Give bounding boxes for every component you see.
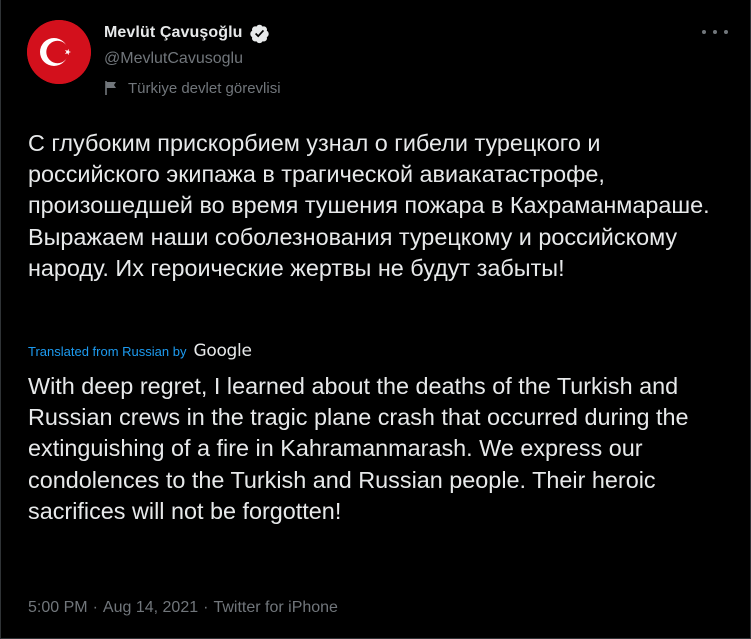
more-dot: [724, 30, 728, 34]
avatar[interactable]: [27, 20, 91, 84]
flag-icon: [104, 80, 119, 96]
separator: ·: [203, 599, 209, 616]
translated-from-label[interactable]: Translated from Russian by: [28, 344, 186, 359]
separator: ·: [92, 599, 98, 616]
tweet-date[interactable]: Aug 14, 2021: [103, 599, 198, 617]
verified-badge-icon: [249, 23, 270, 44]
author-display-name[interactable]: Mevlüt Çavuşoğlu: [104, 24, 243, 42]
google-logo: Google: [193, 341, 252, 361]
tweet-time[interactable]: 5:00 PM: [28, 599, 88, 617]
tweet-metadata: 5:00 PM · Aug 14, 2021 · Twitter for iPh…: [28, 599, 338, 617]
turkish-flag-icon: [27, 20, 91, 84]
tweet-translated-text: With deep regret, I learned about the de…: [28, 373, 695, 524]
author-name-row[interactable]: Mevlüt Çavuşoğlu: [104, 21, 270, 45]
government-label[interactable]: Türkiye devlet görevlisi: [104, 78, 281, 98]
tweet-original-text: С глубоким прискорбием узнал о гибели ту…: [28, 130, 717, 281]
tweet-source[interactable]: Twitter for iPhone: [213, 599, 338, 617]
translation-attribution[interactable]: Translated from Russian by Google: [28, 338, 252, 364]
more-dot: [702, 30, 706, 34]
government-label-text: Türkiye devlet görevlisi: [128, 79, 281, 97]
tweet-card: Mevlüt Çavuşoğlu @MevlutCavusoglu Türkiy…: [0, 0, 751, 639]
more-options-icon[interactable]: [702, 26, 728, 38]
author-handle[interactable]: @MevlutCavusoglu: [104, 50, 243, 68]
more-dot: [713, 30, 717, 34]
